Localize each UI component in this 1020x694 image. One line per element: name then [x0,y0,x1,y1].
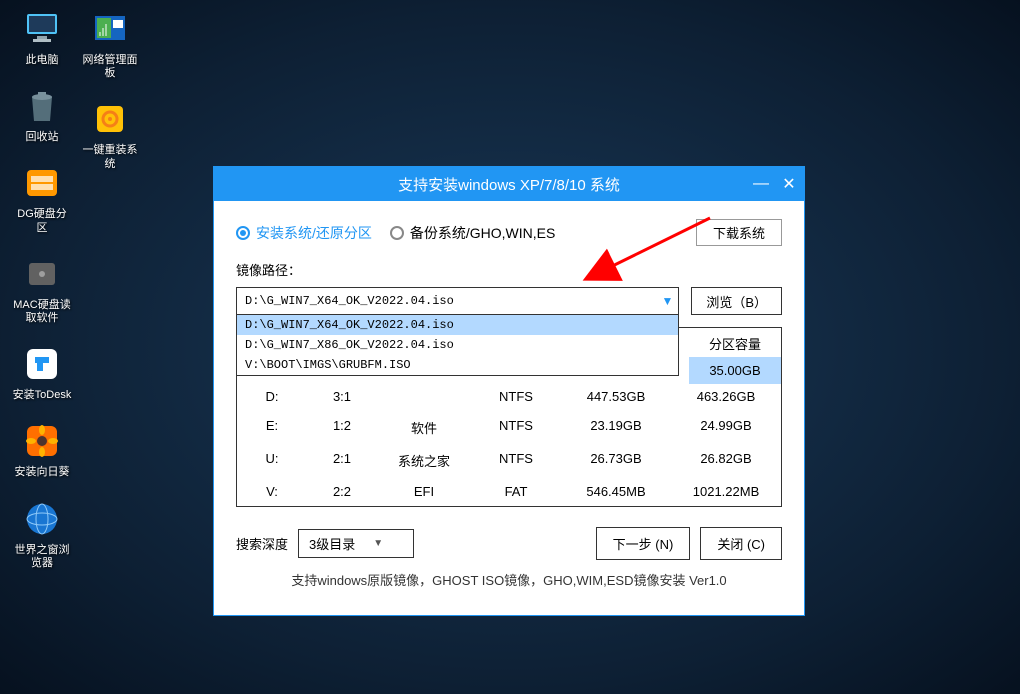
radio-label: 安装系统/还原分区 [256,223,372,243]
icon-label: MAC硬盘读取软件 [12,299,72,325]
cell-drive: E: [237,418,307,437]
desktop-icons-col1: 此电脑 回收站 DG硬盘分区 MAC硬盘读取软件 安装ToDesk 安装向日葵 [12,8,72,570]
window-title: 支持安装windows XP/7/8/10 系统 [398,174,620,195]
table-row[interactable]: E: 1:2 软件 NTFS 23.19GB 24.99GB [237,411,781,444]
minimize-button[interactable]: — [752,175,770,193]
browse-button[interactable]: 浏览（B） [691,287,782,315]
table-row[interactable]: V: 2:2 EFI FAT 546.45MB 1021.22MB [237,477,781,506]
desktop-icon-recycle-bin[interactable]: 回收站 [12,85,72,144]
image-path-label: 镜像路径： [236,260,782,279]
dropdown-option[interactable]: D:\G_WIN7_X64_OK_V2022.04.iso [237,315,678,335]
image-path-input[interactable] [236,287,679,315]
cell-fs: NTFS [471,389,561,404]
column-header-partition-size: 分区容量 [689,328,781,360]
table-row[interactable]: U: 2:1 系统之家 NTFS 26.73GB 26.82GB [237,444,781,477]
search-depth-select[interactable]: 3级目录 [298,529,414,558]
cell-total: 1021.22MB [671,484,781,499]
desktop-icon-this-pc[interactable]: 此电脑 [12,8,72,67]
installer-dialog: 支持安装windows XP/7/8/10 系统 — ✕ 安装系统/还原分区 备… [213,166,805,616]
chevron-down-icon[interactable]: ▼ [661,294,673,308]
icon-label: 一键重装系统 [80,144,140,170]
cell-fs: FAT [471,484,561,499]
desktop-icons-col2: 网络管理面板 一键重装系统 [80,8,140,171]
cell-num: 2:2 [307,484,377,499]
next-button[interactable]: 下一步 (N) [596,527,691,560]
titlebar: 支持安装windows XP/7/8/10 系统 — ✕ [214,167,804,201]
dropdown-option[interactable]: D:\G_WIN7_X86_OK_V2022.04.iso [237,335,678,355]
radio-label: 备份系统/GHO,WIN,ES [410,223,555,243]
cell-fs: NTFS [471,451,561,470]
window-controls: — ✕ [752,167,798,201]
icon-label: 安装向日葵 [15,466,70,479]
cell-volname: 系统之家 [377,451,471,470]
network-panel-icon [89,8,131,50]
cell-drive: V: [237,484,307,499]
image-path-dropdown: D:\G_WIN7_X64_OK_V2022.04.iso D:\G_WIN7_… [236,315,679,376]
icon-label: 回收站 [26,131,59,144]
footer-text: 支持windows原版镜像，GHOST ISO镜像，GHO,WIM,ESD镜像安… [236,560,782,603]
cell-num: 3:1 [307,389,377,404]
desktop-icon-todesk[interactable]: 安装ToDesk [12,343,72,402]
dropdown-option[interactable]: V:\BOOT\IMGS\GRUBFM.ISO [237,355,678,375]
table-row[interactable]: D: 3:1 NTFS 447.53GB 463.26GB [237,382,781,411]
desktop-icon-dg-partition[interactable]: DG硬盘分区 [12,162,72,234]
radio-install-restore[interactable]: 安装系统/还原分区 [236,223,372,243]
cell-fs: NTFS [471,418,561,437]
dialog-body: 安装系统/还原分区 备份系统/GHO,WIN,ES 下载系统 镜像路径： ▼ D… [214,201,804,615]
cell-used: 546.45MB [561,484,671,499]
cell-used: 23.19GB [561,418,671,437]
disk-icon [21,253,63,295]
bottom-action-row: 搜索深度 3级目录 下一步 (N) 关闭 (C) [236,527,782,560]
desktop-icon-network-panel[interactable]: 网络管理面板 [80,8,140,80]
cell-volname: EFI [377,484,471,499]
cell-total: 26.82GB [671,451,781,470]
todesk-icon [21,343,63,385]
close-x-button[interactable]: ✕ [780,174,798,194]
cell-volname [377,389,471,404]
cell-total: 463.26GB [671,389,781,404]
cell-drive: D: [237,389,307,404]
search-depth-value: 3级目录 [309,534,355,553]
gear-box-icon [89,98,131,140]
mode-radio-row: 安装系统/还原分区 备份系统/GHO,WIN,ES 下载系统 [236,219,782,246]
cell-used: 447.53GB [561,389,671,404]
download-system-button[interactable]: 下载系统 [696,219,782,246]
icon-label: 世界之窗浏览器 [12,544,72,570]
partition-icon [21,162,63,204]
desktop-icon-sunflower[interactable]: 安装向日葵 [12,420,72,479]
table-cell-first-row-capacity: 35.00GB [689,357,781,384]
sunflower-icon [21,420,63,462]
radio-icon [236,226,250,240]
desktop-icon-mac-reader[interactable]: MAC硬盘读取软件 [12,253,72,325]
search-depth-label: 搜索深度 [236,534,288,553]
cell-total: 24.99GB [671,418,781,437]
trash-icon [21,85,63,127]
monitor-icon [21,8,63,50]
globe-icon [21,498,63,540]
icon-label: 此电脑 [26,54,59,67]
cell-used: 26.73GB [561,451,671,470]
image-path-combo: ▼ D:\G_WIN7_X64_OK_V2022.04.iso D:\G_WIN… [236,287,679,315]
icon-label: DG硬盘分区 [12,208,72,234]
icon-label: 网络管理面板 [80,54,140,80]
radio-backup[interactable]: 备份系统/GHO,WIN,ES [390,223,555,243]
cell-num: 1:2 [307,418,377,437]
radio-icon [390,226,404,240]
close-button[interactable]: 关闭 (C) [700,527,782,560]
cell-num: 2:1 [307,451,377,470]
cell-volname: 软件 [377,418,471,437]
desktop-icon-browser[interactable]: 世界之窗浏览器 [12,498,72,570]
cell-drive: U: [237,451,307,470]
icon-label: 安装ToDesk [13,389,72,402]
desktop-icon-reinstall[interactable]: 一键重装系统 [80,98,140,170]
image-path-row: ▼ D:\G_WIN7_X64_OK_V2022.04.iso D:\G_WIN… [236,287,782,315]
